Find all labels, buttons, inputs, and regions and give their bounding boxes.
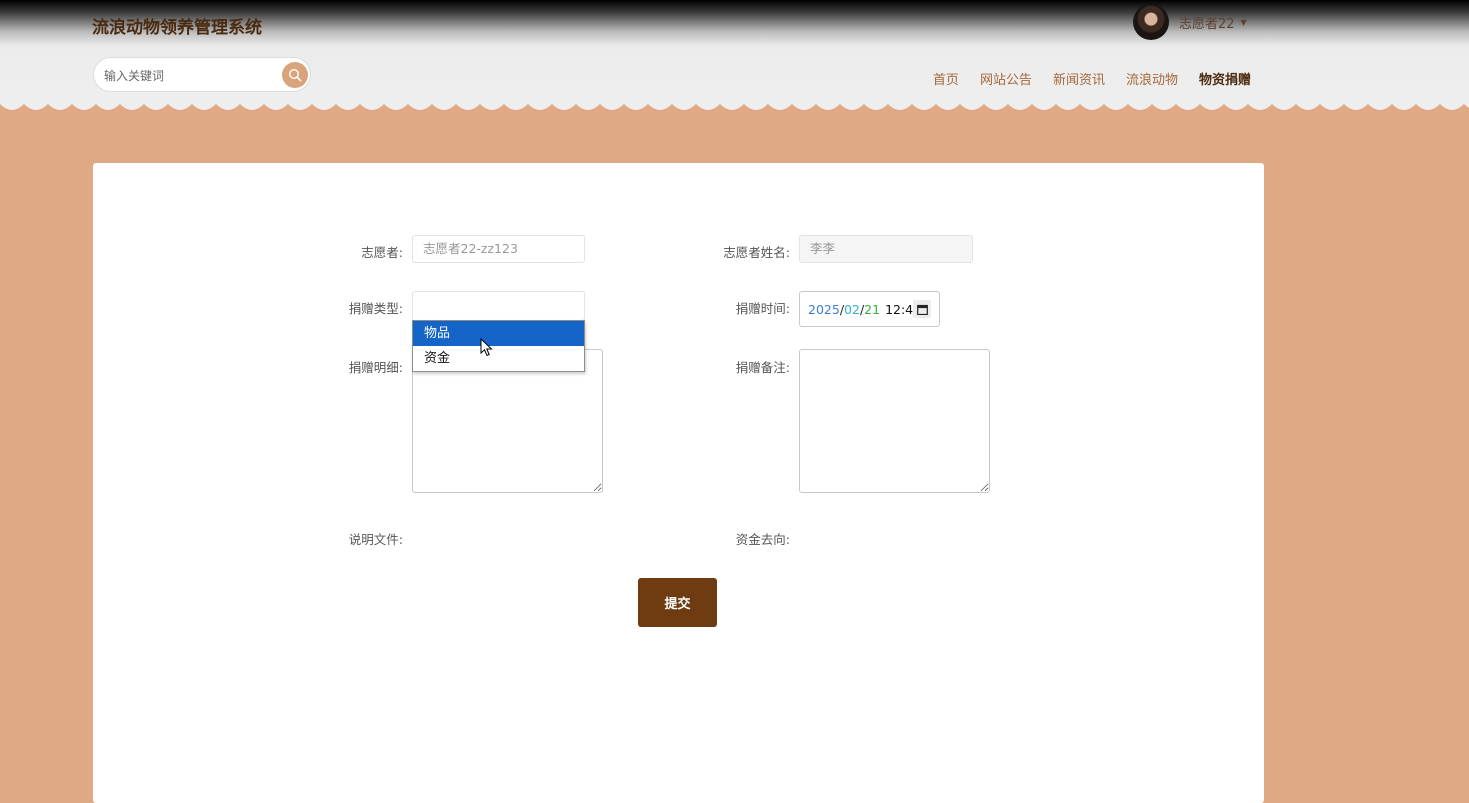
avatar[interactable] [1133, 4, 1169, 40]
chevron-down-icon[interactable]: ▼ [1241, 18, 1247, 27]
date-month[interactable]: 02 [844, 302, 860, 317]
nav-news[interactable]: 新闻资讯 [1053, 69, 1105, 88]
fund-destination-label: 资金去向: [735, 532, 790, 547]
donation-note-label: 捐赠备注: [735, 360, 790, 375]
option-funds[interactable]: 资金 [413, 346, 584, 371]
nav-home[interactable]: 首页 [933, 69, 959, 88]
date-day[interactable]: 21 [864, 302, 880, 317]
volunteer-field: 志愿者22-zz123 [412, 235, 585, 263]
donation-time-input[interactable]: 2025/02/21 12:46 [799, 291, 940, 327]
volunteer-label: 志愿者: [361, 245, 403, 260]
donation-type-label: 捐赠类型: [348, 301, 403, 316]
donation-type-dropdown: 物品 资金 [412, 320, 585, 372]
submit-button[interactable]: 提交 [638, 578, 717, 627]
calendar-icon[interactable] [913, 300, 931, 318]
volunteer-name-field: 李李 [799, 235, 973, 263]
search-icon [288, 68, 302, 82]
description-file-label: 说明文件: [348, 532, 403, 547]
search-input[interactable] [102, 64, 276, 88]
date-year[interactable]: 2025 [808, 302, 840, 317]
header: 流浪动物领养管理系统 志愿者22 ▼ 首页 网站公告 新闻资讯 流浪动物 物资捐… [0, 0, 1469, 104]
donation-detail-label: 捐赠明细: [348, 360, 403, 375]
donation-note-textarea[interactable] [799, 349, 990, 493]
volunteer-name-label: 志愿者姓名: [723, 245, 790, 260]
donation-type-select[interactable] [412, 291, 585, 321]
main-nav: 首页 网站公告 新闻资讯 流浪动物 物资捐赠 [933, 69, 1251, 88]
mouse-cursor-icon [480, 338, 493, 357]
nav-stray-animals[interactable]: 流浪动物 [1126, 69, 1178, 88]
search-button[interactable] [282, 62, 308, 88]
header-wave-border [0, 96, 1469, 110]
option-goods[interactable]: 物品 [413, 321, 584, 346]
donation-time-label: 捐赠时间: [735, 301, 790, 316]
nav-donation[interactable]: 物资捐赠 [1199, 69, 1251, 88]
nav-announcements[interactable]: 网站公告 [980, 69, 1032, 88]
site-title: 流浪动物领养管理系统 [92, 18, 262, 38]
user-name[interactable]: 志愿者22 [1179, 13, 1235, 32]
search-box [93, 57, 311, 92]
user-menu[interactable]: 志愿者22 ▼ [1133, 4, 1247, 40]
